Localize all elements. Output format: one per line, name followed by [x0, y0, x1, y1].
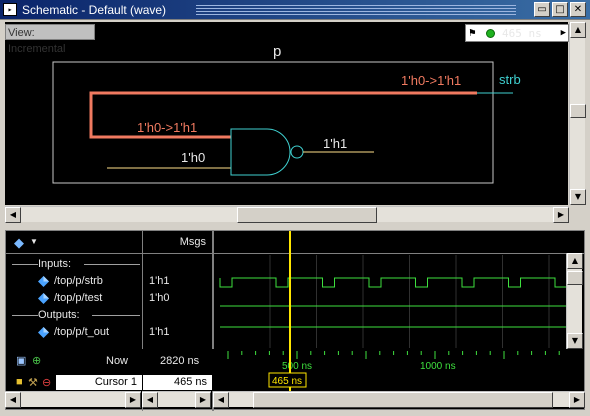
cursor-time-field[interactable]: 465 ns [143, 375, 212, 390]
now-label: Now [106, 355, 129, 367]
wave-vscroll-thumb[interactable] [567, 271, 583, 285]
wave-hscroll[interactable]: ◀ ▶ [213, 391, 585, 408]
schematic-icon[interactable]: ▸ [3, 3, 17, 16]
scroll-left-icon[interactable]: ◀ [213, 392, 229, 408]
time-ruler [227, 351, 560, 359]
plus-icon[interactable]: ⊕ [32, 354, 41, 367]
nand-gate [230, 128, 291, 176]
group-line-right [84, 264, 140, 265]
nand-bubble [290, 145, 304, 159]
scroll-up-icon[interactable]: ▲ [570, 22, 586, 38]
value-strb[interactable]: 1'h1 [146, 273, 212, 290]
scroll-left-icon[interactable]: ◀ [5, 207, 21, 223]
msgs-header-label: Msgs [179, 236, 206, 248]
wave-hscroll-thumb[interactable] [253, 392, 553, 408]
names-hscroll[interactable]: ◀ ▶ [5, 391, 141, 408]
lock-icon[interactable]: ■ [16, 376, 23, 388]
waveform-area[interactable]: 500 ns 1000 ns 465 ns [218, 231, 570, 393]
wave-strb [219, 277, 568, 288]
scroll-right-icon[interactable]: ▶ [195, 392, 211, 408]
remove-icon[interactable]: ⊖ [42, 376, 51, 389]
scroll-right-icon[interactable]: ▶ [569, 392, 585, 408]
signal-icon [38, 276, 49, 287]
scroll-left-icon[interactable]: ◀ [142, 392, 158, 408]
schematic-hscroll[interactable]: ◀ ▶ [5, 206, 569, 223]
tick-label-1000: 1000 ns [420, 361, 456, 372]
input-a-label: 1'h0->1'h1 [137, 120, 197, 135]
time-value: 465 ns [502, 27, 542, 40]
signal-row-t-out[interactable]: /top/p/t_out [6, 324, 142, 341]
value-t-out[interactable]: 1'h1 [146, 324, 212, 341]
strb-port-label: strb [499, 72, 521, 87]
group-inputs-label: Inputs: [38, 258, 72, 270]
input-b-label: 1'h0 [181, 150, 205, 165]
signal-strb-label: /top/p/strb [54, 275, 103, 287]
tick-label-500: 500 ns [282, 361, 312, 372]
group-line-left [12, 315, 38, 316]
time-display[interactable]: ⚑ 465 ns ▶ [465, 24, 569, 42]
group-inputs[interactable]: Inputs: [6, 256, 142, 273]
signal-icon [38, 293, 49, 304]
wrench-icon[interactable]: ⚒ [28, 376, 38, 389]
value-test[interactable]: 1'h0 [146, 290, 212, 307]
scroll-down-icon[interactable]: ▼ [567, 333, 583, 349]
scroll-right-icon[interactable]: ▶ [125, 392, 141, 408]
scroll-right-icon[interactable]: ▶ [553, 207, 569, 223]
values-hscroll[interactable]: ◀ ▶ [142, 391, 211, 408]
diamond-icon[interactable]: ◆ [14, 235, 24, 251]
wave-toolbar: ◆ ▼ [6, 231, 142, 253]
msgs-header: Msgs [143, 231, 212, 253]
schematic-vscroll[interactable]: ▲ ▼ [569, 22, 586, 205]
scroll-up-icon[interactable]: ▲ [567, 253, 583, 269]
window-title: Schematic - Default (wave) [22, 3, 167, 17]
scroll-down-icon[interactable]: ▼ [570, 189, 586, 205]
block-name: p [273, 43, 281, 60]
schematic-drawing: p 1'h0->1'h1 strb 1'h0->1'h1 1'h0 1'h1 [52, 43, 521, 184]
signal-row-test[interactable]: /top/p/test [6, 290, 142, 307]
time-flag-icon: ⚑ [469, 26, 476, 39]
scroll-left-icon[interactable]: ◀ [5, 392, 21, 408]
title-bar: ▸ Schematic - Default (wave) ▭ □ ✕ [0, 0, 590, 20]
hscroll-thumb[interactable] [237, 207, 377, 223]
signal-icon [38, 327, 49, 338]
title-grip [196, 5, 516, 15]
wave-traces [219, 255, 568, 348]
cursor-tag: 465 ns [272, 376, 302, 387]
wave-pane[interactable]: ◆ ▼ Msgs Inputs: /top/p/strb /top/p/test… [5, 230, 585, 411]
wave-vscroll[interactable]: ▲ ▼ [566, 253, 583, 349]
vscroll-thumb[interactable] [570, 104, 586, 118]
group-line-right [92, 315, 140, 316]
triangle-right-icon[interactable]: ▶ [561, 25, 566, 41]
status-dot-icon [486, 29, 495, 38]
signal-row-strb[interactable]: /top/p/strb [6, 273, 142, 290]
close-button[interactable]: ✕ [570, 2, 586, 17]
signal-test-label: /top/p/test [54, 292, 103, 304]
chevron-down-icon[interactable]: ▼ [30, 237, 38, 246]
strb-transition-label: 1'h0->1'h1 [401, 73, 461, 88]
group-outputs[interactable]: Outputs: [6, 307, 142, 324]
add-cursor-icon[interactable]: ▣ [16, 354, 26, 367]
cursor-name-field[interactable]: Cursor 1 [56, 375, 142, 390]
now-value: 2820 ns [160, 355, 200, 367]
output-value-label: 1'h1 [323, 136, 347, 151]
group-line-left [12, 264, 38, 265]
group-outputs-label: Outputs: [38, 309, 80, 321]
maximize-button[interactable]: □ [552, 2, 568, 17]
signal-t-out-label: /top/p/t_out [54, 326, 110, 338]
view-mode-label: View: Incremental [5, 24, 95, 55]
dock-button[interactable]: ▭ [534, 2, 550, 17]
